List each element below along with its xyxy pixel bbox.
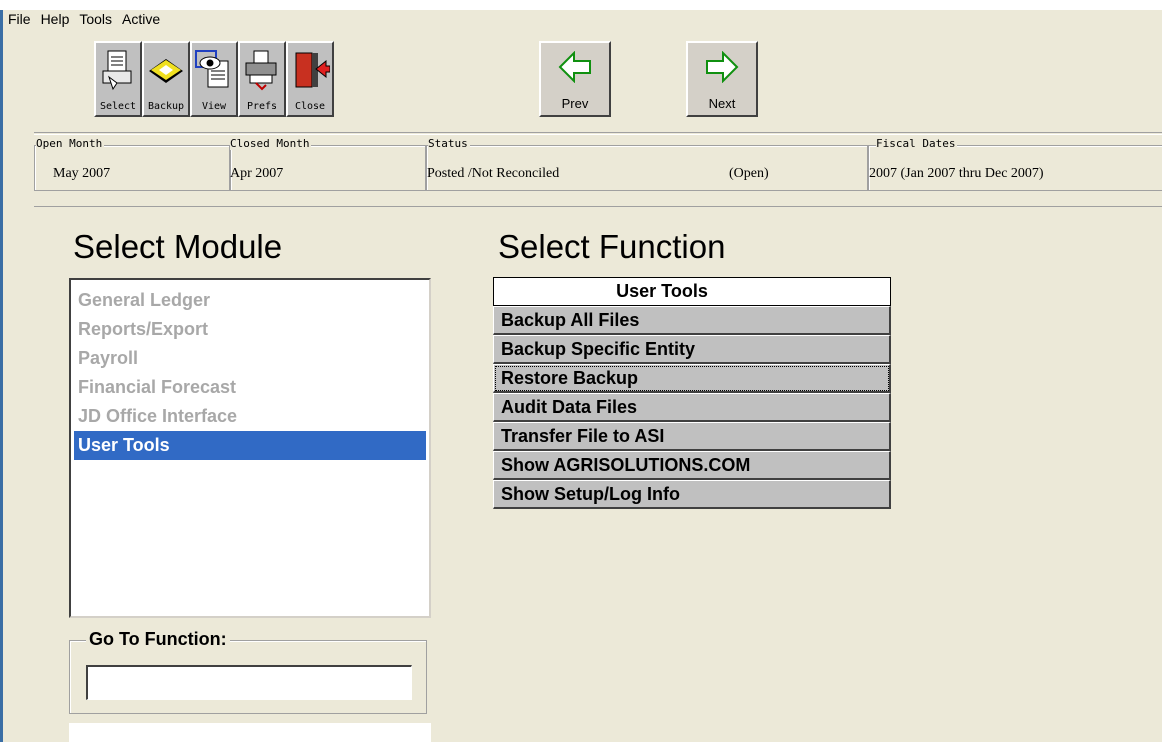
closed-month-label: Closed Month xyxy=(230,137,312,150)
restore-backup-button[interactable]: Restore Backup xyxy=(493,364,891,393)
menu-help[interactable]: Help xyxy=(36,11,75,27)
menu-tools[interactable]: Tools xyxy=(74,11,117,27)
status-value: Posted /Not Reconciled xyxy=(427,166,560,181)
module-item-reports-export[interactable]: Reports/Export xyxy=(74,315,426,344)
module-item-user-tools[interactable]: User Tools xyxy=(74,431,426,460)
prefs-button[interactable]: Prefs xyxy=(238,41,286,117)
close-button[interactable]: Close xyxy=(286,41,334,117)
module-item-financial-forecast[interactable]: Financial Forecast xyxy=(74,373,426,402)
select-icon xyxy=(102,50,132,91)
arrow-right-icon xyxy=(706,51,739,83)
module-list[interactable]: General Ledger Reports/Export Payroll Fi… xyxy=(69,278,431,618)
select-label: Select xyxy=(99,101,137,112)
info-bar: Open Month May 2007 Closed Month Apr 200… xyxy=(34,132,1162,207)
prev-label: Prev xyxy=(561,96,589,111)
function-group-header: User Tools xyxy=(493,277,891,306)
module-item-general-ledger[interactable]: General Ledger xyxy=(74,286,426,315)
next-button[interactable]: Next xyxy=(686,41,758,117)
open-month-label: Open Month xyxy=(36,137,105,150)
bottom-panel xyxy=(69,723,431,742)
backup-button[interactable]: Backup xyxy=(142,41,190,117)
menu-active[interactable]: Active xyxy=(117,11,165,27)
exit-door-icon xyxy=(295,52,330,88)
audit-data-files-button[interactable]: Audit Data Files xyxy=(493,393,891,422)
status-state: (Open) xyxy=(729,166,769,181)
menu-file[interactable]: File xyxy=(3,11,36,27)
next-label: Next xyxy=(708,96,736,111)
open-month-field: Open Month May 2007 xyxy=(34,137,230,191)
disk-icon xyxy=(149,59,183,83)
toolbar: Select Backup View Prefs Close xyxy=(94,41,334,117)
view-icon xyxy=(195,50,229,88)
printer-icon xyxy=(245,50,277,91)
closed-month-value: Apr 2007 xyxy=(230,166,284,181)
show-setup-log-info-button[interactable]: Show Setup/Log Info xyxy=(493,480,891,509)
select-function-heading: Select Function xyxy=(498,228,726,265)
close-label: Close xyxy=(294,101,326,112)
window-left-edge xyxy=(0,10,3,742)
status-field: Status Posted /Not Reconciled (Open) xyxy=(426,137,868,191)
arrow-left-icon xyxy=(558,51,591,83)
transfer-file-to-asi-button[interactable]: Transfer File to ASI xyxy=(493,422,891,451)
menu-bar: File Help Tools Active xyxy=(3,8,1162,30)
show-agrisolutions-button[interactable]: Show AGRISOLUTIONS.COM xyxy=(493,451,891,480)
backup-specific-entity-button[interactable]: Backup Specific Entity xyxy=(493,335,891,364)
backup-all-files-button[interactable]: Backup All Files xyxy=(493,306,891,335)
go-to-function-label: Go To Function: xyxy=(86,629,230,650)
go-to-function-group: Go To Function: xyxy=(69,629,427,714)
prev-button[interactable]: Prev xyxy=(539,41,611,117)
backup-label: Backup xyxy=(147,101,185,112)
status-label: Status xyxy=(428,137,470,150)
fiscal-dates-field: Fiscal Dates 2007 (Jan 2007 thru Dec 200… xyxy=(868,137,1162,191)
select-module-heading: Select Module xyxy=(73,228,283,265)
fiscal-dates-label: Fiscal Dates xyxy=(876,137,958,150)
view-label: View xyxy=(201,101,227,112)
closed-month-field: Closed Month Apr 2007 xyxy=(230,137,426,191)
module-item-payroll[interactable]: Payroll xyxy=(74,344,426,373)
go-to-function-input[interactable] xyxy=(86,665,412,700)
prefs-label: Prefs xyxy=(246,101,278,112)
function-panel: User Tools Backup All Files Backup Speci… xyxy=(493,277,891,509)
open-month-value: May 2007 xyxy=(53,166,111,181)
module-item-jd-office-interface[interactable]: JD Office Interface xyxy=(74,402,426,431)
select-button[interactable]: Select xyxy=(94,41,142,117)
fiscal-dates-value: 2007 (Jan 2007 thru Dec 2007) xyxy=(869,166,1044,181)
view-button[interactable]: View xyxy=(190,41,238,117)
